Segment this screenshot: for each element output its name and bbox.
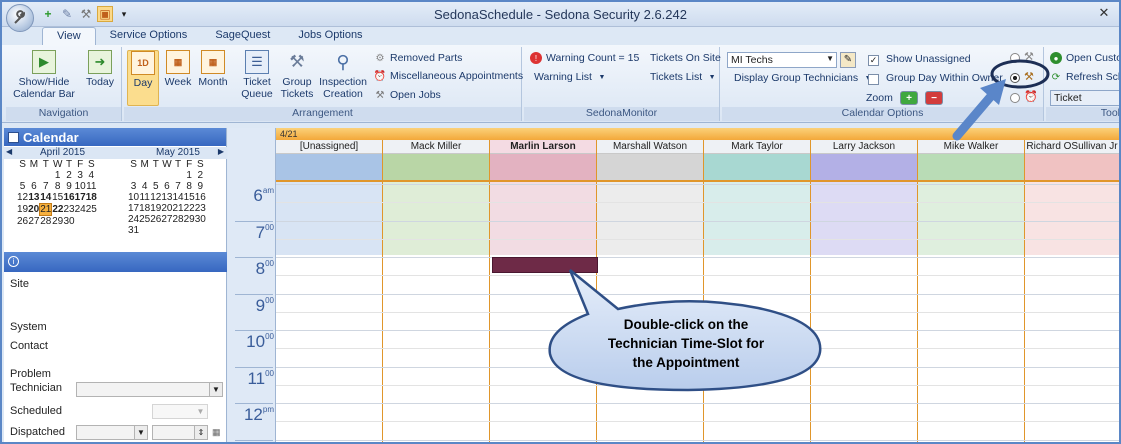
wrench-icon[interactable] <box>6 4 34 32</box>
pointer-arrow-shaft <box>952 90 997 141</box>
annotation-overlay <box>952 59 1050 141</box>
app-window: + ✎ ⚒ ▣ ▾ SedonaSchedule - Sedona Securi… <box>0 0 1121 444</box>
